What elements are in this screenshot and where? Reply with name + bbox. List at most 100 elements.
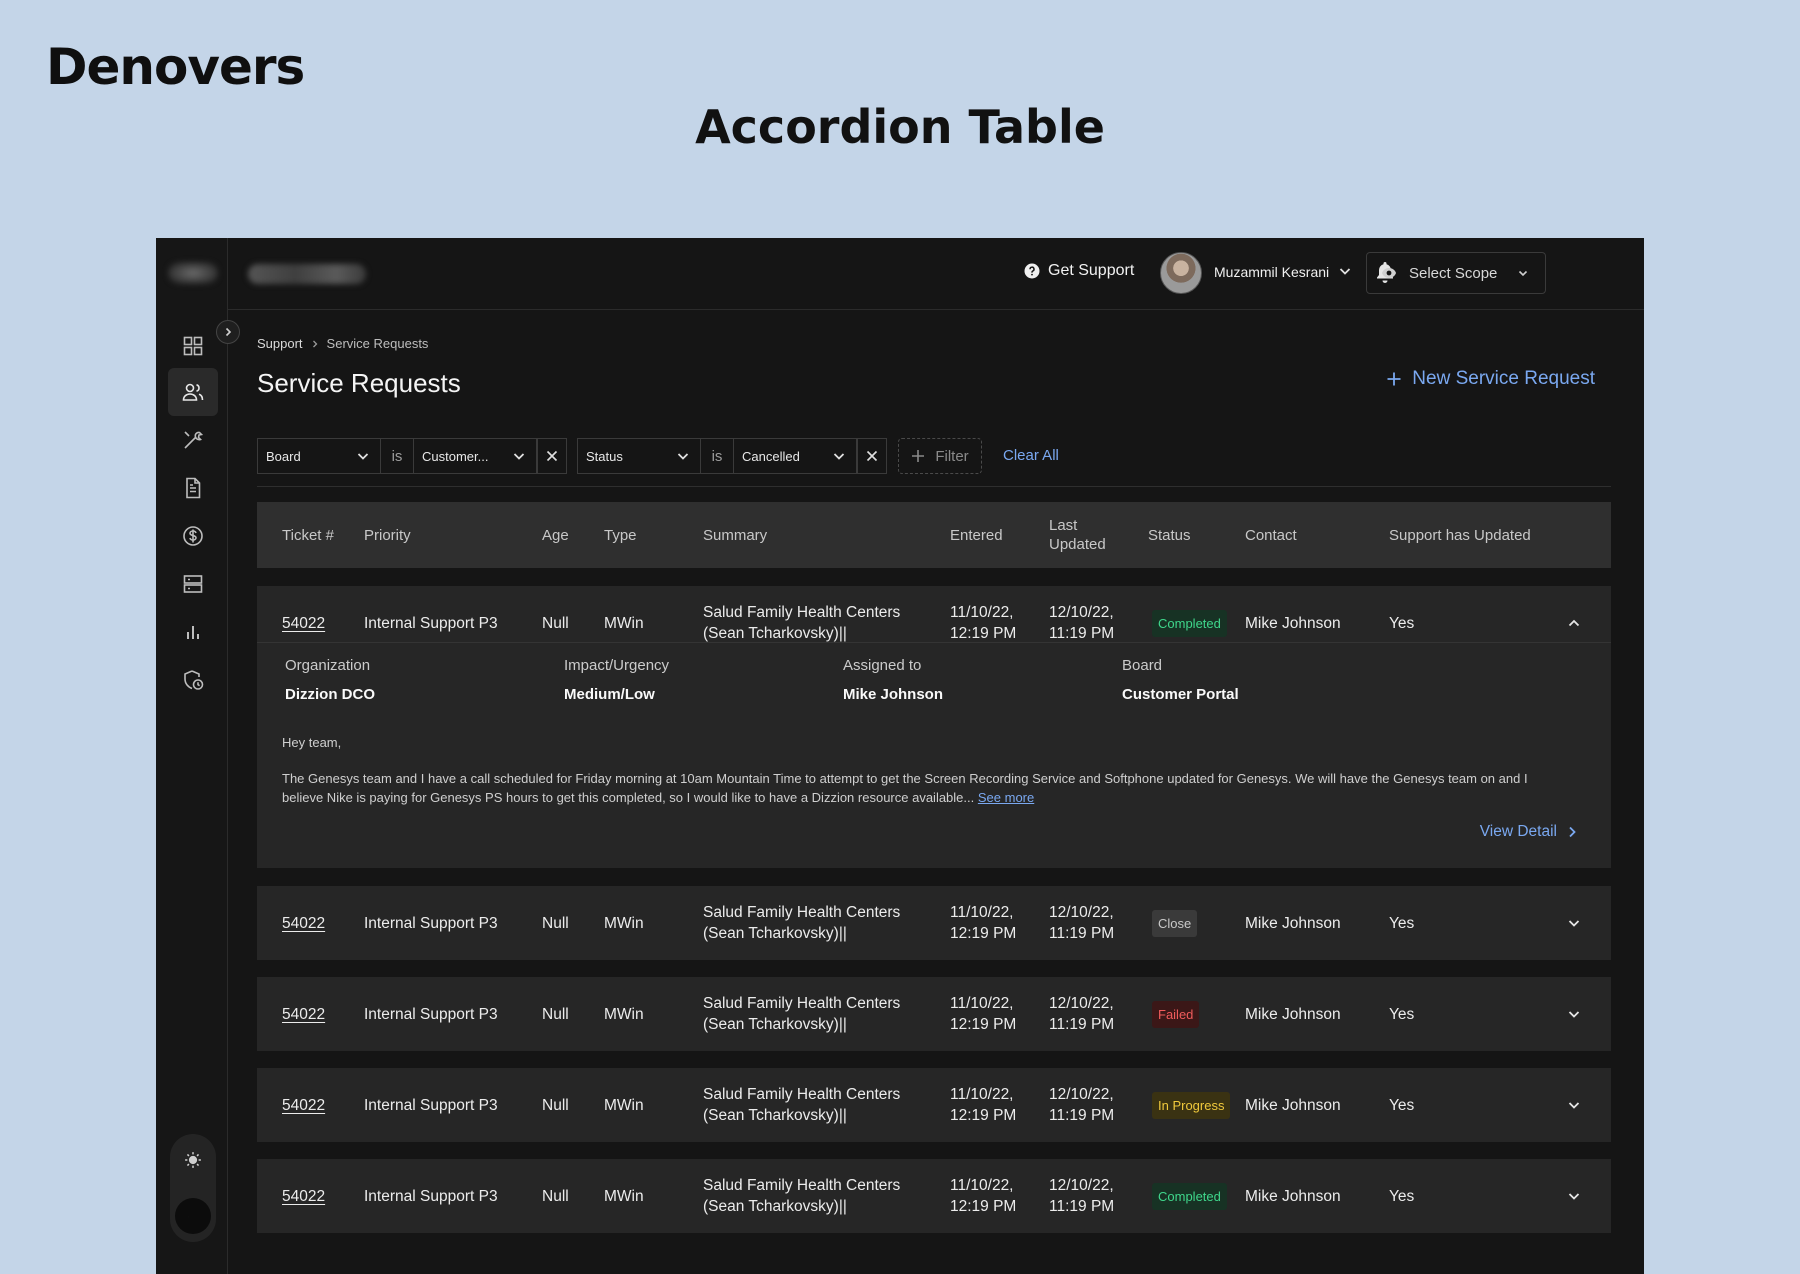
col-last-updated[interactable]: Last Updated [1049, 502, 1106, 568]
sidebar-item-servers[interactable] [168, 560, 218, 608]
contact-cell: Mike Johnson [1245, 1096, 1341, 1114]
chevron-down-icon [833, 453, 845, 460]
board-field-label: Board [266, 448, 301, 464]
new-service-request-button[interactable]: New Service Request [1386, 368, 1595, 390]
sidebar-item-dashboard[interactable] [168, 322, 218, 370]
sidebar-item-documents[interactable] [168, 464, 218, 512]
col-ticket[interactable]: Ticket # [282, 502, 334, 568]
col-entered[interactable]: Entered [950, 502, 1003, 568]
age-cell: Null [542, 1096, 569, 1114]
select-scope-dropdown[interactable]: Select Scope [1366, 252, 1546, 294]
board-field-select[interactable]: Board [257, 438, 381, 474]
breadcrumb-support[interactable]: Support [257, 336, 303, 351]
ticket-link[interactable]: 54022 [282, 913, 325, 934]
user-name[interactable]: Muzammil Kesrani [1214, 264, 1329, 280]
divider [257, 486, 1611, 487]
light-mode-button[interactable] [175, 1142, 211, 1178]
updated-date: 12/10/22, [1049, 1177, 1114, 1194]
col-priority[interactable]: Priority [364, 502, 411, 568]
row-expand-button[interactable] [1567, 886, 1581, 960]
col-summary[interactable]: Summary [703, 502, 767, 568]
row-expand-button[interactable] [1567, 977, 1581, 1051]
table-row[interactable]: 54022 Internal Support P3 Null MWin Salu… [257, 886, 1611, 960]
remove-board-filter-button[interactable] [537, 438, 567, 474]
chevron-down-icon [1568, 1011, 1580, 1018]
ticket-link[interactable]: 54022 [282, 1095, 325, 1116]
eye-icon [1382, 268, 1396, 278]
col-support-updated[interactable]: Support has Updated [1389, 502, 1531, 568]
table-row[interactable]: 54022 Internal Support P3 Null MWin Salu… [257, 977, 1611, 1051]
dark-mode-button[interactable] [175, 1198, 211, 1234]
row-expand-button[interactable] [1567, 1159, 1581, 1233]
user-menu-toggle[interactable] [1338, 264, 1352, 283]
age-cell: Null [542, 1187, 569, 1205]
col-status[interactable]: Status [1148, 502, 1191, 568]
board-label: Board [1122, 657, 1163, 674]
row-expand-button[interactable] [1567, 1068, 1581, 1142]
avatar[interactable] [1160, 252, 1202, 294]
organization-label: Organization [285, 657, 371, 674]
dashboard-icon [183, 336, 203, 356]
summary-line1: Salud Family Health Centers [703, 1177, 901, 1194]
entered-time: 12:19 PM [950, 625, 1017, 642]
priority-cell: Internal Support P3 [364, 1005, 498, 1023]
table-header: Ticket # Priority Age Type Summary Enter… [257, 502, 1611, 568]
updated-cell: 12/10/22, 11:19 PM [1049, 1068, 1114, 1142]
sidebar-item-reports[interactable] [168, 608, 218, 656]
board-value-select[interactable]: Customer... [413, 438, 537, 474]
status-field-select[interactable]: Status [577, 438, 701, 474]
type-cell: MWin [604, 914, 644, 932]
sidebar-collapse-button[interactable] [216, 320, 240, 344]
sidebar-item-security[interactable] [168, 656, 218, 704]
app-logo[interactable] [168, 262, 218, 284]
table-row[interactable]: 54022 Internal Support P3 Null MWin Salu… [257, 586, 1611, 642]
col-age[interactable]: Age [542, 502, 569, 568]
updated-time: 11:19 PM [1049, 1107, 1115, 1124]
ticket-link[interactable]: 54022 [282, 613, 325, 634]
add-filter-label: Filter [935, 447, 969, 465]
col-type[interactable]: Type [604, 502, 637, 568]
chevron-down-icon [677, 453, 689, 460]
remove-status-filter-button[interactable] [857, 438, 887, 474]
breadcrumb-current: Service Requests [326, 336, 429, 351]
ticket-link[interactable]: 54022 [282, 1186, 325, 1207]
brand-logo: Denovers [46, 38, 305, 96]
ticket-link[interactable]: 54022 [282, 1004, 325, 1025]
board-value-label: Customer... [422, 448, 489, 464]
bar-chart-icon [187, 626, 199, 639]
entered-date: 11/10/22, [950, 1177, 1014, 1194]
summary-line2: (Sean Tcharkovsky)|| [703, 1198, 847, 1215]
table-row[interactable]: 54022 Internal Support P3 Null MWin Salu… [257, 1068, 1611, 1142]
age-cell: Null [542, 914, 569, 932]
view-detail-label: View Detail [1479, 823, 1557, 840]
updated-cell: 12/10/22, 11:19 PM [1049, 1159, 1114, 1233]
clear-all-button[interactable]: Clear All [1003, 447, 1059, 464]
assigned-value: Mike Johnson [843, 686, 944, 703]
status-value-select[interactable]: Cancelled [733, 438, 857, 474]
priority-cell: Internal Support P3 [364, 914, 498, 932]
table-row[interactable]: 54022 Internal Support P3 Null MWin Salu… [257, 1159, 1611, 1233]
updated-time: 11:19 PM [1049, 925, 1115, 942]
app-window: Get Support Muzammil Kesrani Select Scop… [156, 238, 1644, 1274]
document-icon [186, 477, 201, 499]
priority-cell: Internal Support P3 [364, 1187, 498, 1205]
entered-date: 11/10/22, [950, 995, 1014, 1012]
detail-impact: Impact/Urgency Medium/Low [564, 657, 669, 703]
summary-cell: Salud Family Health Centers (Sean Tchark… [703, 977, 900, 1051]
sidebar-item-billing[interactable] [168, 512, 218, 560]
users-icon [182, 383, 204, 401]
board-value: Customer Portal [1122, 686, 1239, 703]
summary-line2: (Sean Tcharkovsky)|| [703, 1016, 847, 1033]
sidebar-item-users[interactable] [168, 368, 218, 416]
sidebar-item-tools[interactable] [168, 416, 218, 464]
see-more-link[interactable]: See more [978, 790, 1034, 805]
get-support-button[interactable]: Get Support [1024, 262, 1134, 280]
col-contact[interactable]: Contact [1245, 502, 1297, 568]
row-detail-panel: Organization Dizzion DCO Impact/Urgency … [257, 642, 1611, 868]
shield-clock-icon [184, 670, 204, 690]
entered-date: 11/10/22, [950, 904, 1014, 921]
theme-toggle[interactable] [170, 1134, 216, 1242]
add-filter-button[interactable]: Filter [898, 438, 982, 474]
board-operator: is [381, 438, 413, 474]
view-detail-button[interactable]: View Detail [1480, 823, 1577, 841]
